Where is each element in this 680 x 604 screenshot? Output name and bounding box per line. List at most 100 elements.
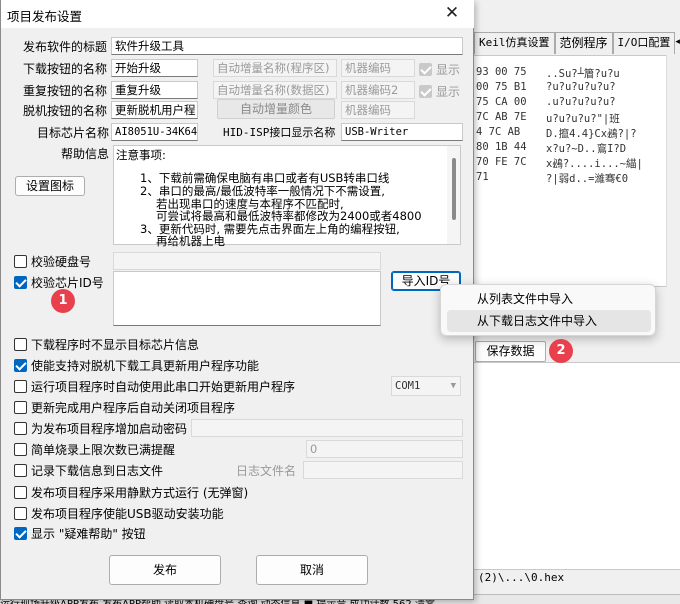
tab-io-config[interactable]: I/O口配置 <box>612 32 676 54</box>
target-chip-input[interactable]: AI8051U-34K64 <box>111 123 198 141</box>
com-port-value: COM1 <box>395 380 421 392</box>
set-icon-button[interactable]: 设置图标 <box>15 176 85 196</box>
title-bar: 项目发布设置 ✕ <box>1 0 474 28</box>
help-scrollbar[interactable] <box>447 146 460 244</box>
show-data-checkbox-box[interactable] <box>419 85 432 98</box>
option-label: 使能支持对脱机下载工具更新用户程序功能 <box>31 359 260 373</box>
option-label: 显示 "疑难帮助" 按钮 <box>31 527 146 541</box>
auto-inc-color-button[interactable]: 自动增量颜色 <box>217 99 335 119</box>
soft-title-label: 发布软件的标题 <box>23 40 108 54</box>
option-log-file[interactable]: 记录下载信息到日志文件 <box>14 462 163 479</box>
hex-bytes: 4 7C AB <box>476 126 521 138</box>
option-hide-chip-info[interactable]: 下载程序时不显示目标芯片信息 <box>14 336 199 353</box>
hex-row: 75 CA 00 .u?u?u?u?u? <box>473 96 680 110</box>
option-checkbox-box[interactable] <box>14 486 27 499</box>
soft-title-input[interactable]: 软件升级工具 <box>111 37 463 55</box>
option-auto-serial-update[interactable]: 运行项目程序时自动使用此串口开始更新用户程序 <box>14 378 295 395</box>
option-checkbox-box[interactable] <box>14 507 27 520</box>
option-startup-password[interactable]: 为发布项目程序增加启动密码 <box>14 420 187 437</box>
option-label: 记录下载信息到日志文件 <box>31 464 164 478</box>
option-burn-limit-reminder[interactable]: 简单烧录上限次数已满提醒 <box>14 441 175 458</box>
import-id-menu: 从列表文件中导入 从下载日志文件中导入 <box>440 284 656 336</box>
limit-count-field: 0 <box>306 440 463 458</box>
hex-bytes: 93 00 75 <box>476 66 527 78</box>
option-checkbox-box[interactable] <box>14 380 27 393</box>
disk-id-field <box>113 252 381 270</box>
option-show-help-button[interactable]: 显示 "疑难帮助" 按钮 <box>14 525 146 542</box>
hex-row: 70 FE 7C x鴓?....i...~緢| <box>473 156 680 170</box>
option-checkbox-box[interactable] <box>14 338 27 351</box>
option-offline-update[interactable]: 使能支持对脱机下载工具更新用户程序功能 <box>14 357 259 374</box>
save-data-button[interactable]: 保存数据 <box>475 341 546 362</box>
hex-bytes: 75 CA 00 <box>476 96 527 108</box>
hex-row: 4 7C AB D.攛4.4}Cx鴓?|? <box>473 126 680 140</box>
hex-ascii: D.攛4.4}Cx鴓?|? <box>546 128 637 140</box>
hex-ascii: .u?u?u?u?u? <box>546 96 616 108</box>
help-info-textarea[interactable]: 注意事项: 1、下载前需确保电脑有串口或者有USB转串口线 2、串口的最高/最低… <box>113 145 461 248</box>
verify-disk-checkbox-box[interactable] <box>14 255 27 268</box>
dialog-title: 项目发布设置 <box>7 9 83 24</box>
auto-inc-program-field: 自动增量名称(程序区) <box>213 59 337 77</box>
verify-disk-checkbox[interactable]: 校验硬盘号 <box>14 253 91 270</box>
bg-lower-panel <box>472 362 680 570</box>
hex-row: 7C AB 7E u?u?u?u?"|班 <box>473 111 680 125</box>
show-program-checkbox[interactable]: 显示 <box>419 61 460 78</box>
repeat-button-name-input[interactable]: 重复升级 <box>111 81 198 99</box>
offline-button-name-input[interactable]: 更新脱机用户程 <box>111 101 198 119</box>
help-scroll-thumb[interactable] <box>452 158 456 220</box>
menu-item-import-from-log[interactable]: 从下载日志文件中导入 <box>447 310 651 332</box>
chip-id-textarea[interactable] <box>113 271 381 326</box>
publish-button[interactable]: 发布 <box>109 555 221 585</box>
hex-view: 93 00 75 ..Su?┴篃?u?u 00 75 B1 ?u?u?u?u?u? 75… <box>472 55 680 287</box>
option-usb-driver-install[interactable]: 发布项目程序使能USB驱动安装功能 <box>14 505 224 522</box>
hex-ascii: x?u?~D..鵉I?D <box>546 143 627 155</box>
annotation-badge-1: 1 <box>51 289 75 313</box>
hex-scrollbar[interactable] <box>666 55 680 287</box>
verify-disk-label: 校验硬盘号 <box>31 255 92 269</box>
option-label: 运行项目程序时自动使用此串口开始更新用户程序 <box>31 380 296 394</box>
option-checkbox-box[interactable] <box>14 359 27 372</box>
offline-button-name-label: 脱机按钮的名称 <box>23 104 108 118</box>
show-program-checkbox-box[interactable] <box>419 63 432 76</box>
verify-chip-checkbox-box[interactable] <box>14 276 27 289</box>
help-line: 再给机器上电 <box>156 234 225 248</box>
option-label: 更新完成用户程序后自动关闭项目程序 <box>31 401 236 415</box>
close-icon[interactable]: ✕ <box>432 0 472 28</box>
option-auto-close[interactable]: 更新完成用户程序后自动关闭项目程序 <box>14 399 235 416</box>
tab-keil-sim[interactable]: Keil仿真设置 <box>474 32 555 54</box>
machine-code2-field: 机器编码2 <box>341 81 415 99</box>
menu-item-import-from-list[interactable]: 从列表文件中导入 <box>447 288 651 310</box>
hex-ascii: ?|弱d..=濰骞€0 <box>546 173 629 185</box>
log-file-name-field <box>303 461 463 479</box>
hid-name-label: HID-ISP接口显示名称 <box>223 126 336 139</box>
option-label: 简单烧录上限次数已满提醒 <box>31 443 176 457</box>
log-file-name-label: 日志文件名 <box>236 464 297 478</box>
machine-code-field: 机器编码 <box>341 59 415 77</box>
hid-name-input[interactable]: USB-Writer <box>341 123 463 141</box>
option-checkbox-box[interactable] <box>14 443 27 456</box>
download-button-name-input[interactable]: 开始升级 <box>111 59 198 77</box>
option-checkbox-box[interactable] <box>14 422 27 435</box>
option-checkbox-box[interactable] <box>14 401 27 414</box>
option-label: 下载程序时不显示目标芯片信息 <box>31 338 200 352</box>
tab-scroll-arrows-icon[interactable]: ◂▸ <box>675 32 680 54</box>
show-data-checkbox[interactable]: 显示 <box>419 83 460 100</box>
com-port-select[interactable]: COM1 ▼ <box>391 376 461 396</box>
show-data-label: 显示 <box>436 85 461 99</box>
hex-bytes: 71 <box>476 171 489 183</box>
cancel-button[interactable]: 取消 <box>256 555 368 585</box>
option-silent-mode[interactable]: 发布项目程序采用静默方式运行 (无弹窗) <box>14 484 248 501</box>
option-checkbox-box[interactable] <box>14 527 27 540</box>
hex-ascii: ..Su?┴篃?u?u <box>546 68 620 80</box>
hex-row: 93 00 75 ..Su?┴篃?u?u <box>473 66 680 80</box>
chevron-down-icon: ▼ <box>450 381 456 391</box>
annotation-badge-2: 2 <box>549 339 573 363</box>
hex-ascii: ?u?u?u?u?u? <box>546 81 616 93</box>
tab-examples[interactable]: 范例程序 <box>554 32 613 54</box>
repeat-button-name-label: 重复按钮的名称 <box>23 84 108 98</box>
hex-ascii: u?u?u?u?"|班 <box>546 113 620 125</box>
hex-row: 00 75 B1 ?u?u?u?u?u? <box>473 81 680 95</box>
bg-tab-strip: Keil仿真设置 范例程序 I/O口配置 ◂▸ <box>474 32 680 54</box>
show-program-label: 显示 <box>436 63 461 77</box>
option-checkbox-box[interactable] <box>14 464 27 477</box>
